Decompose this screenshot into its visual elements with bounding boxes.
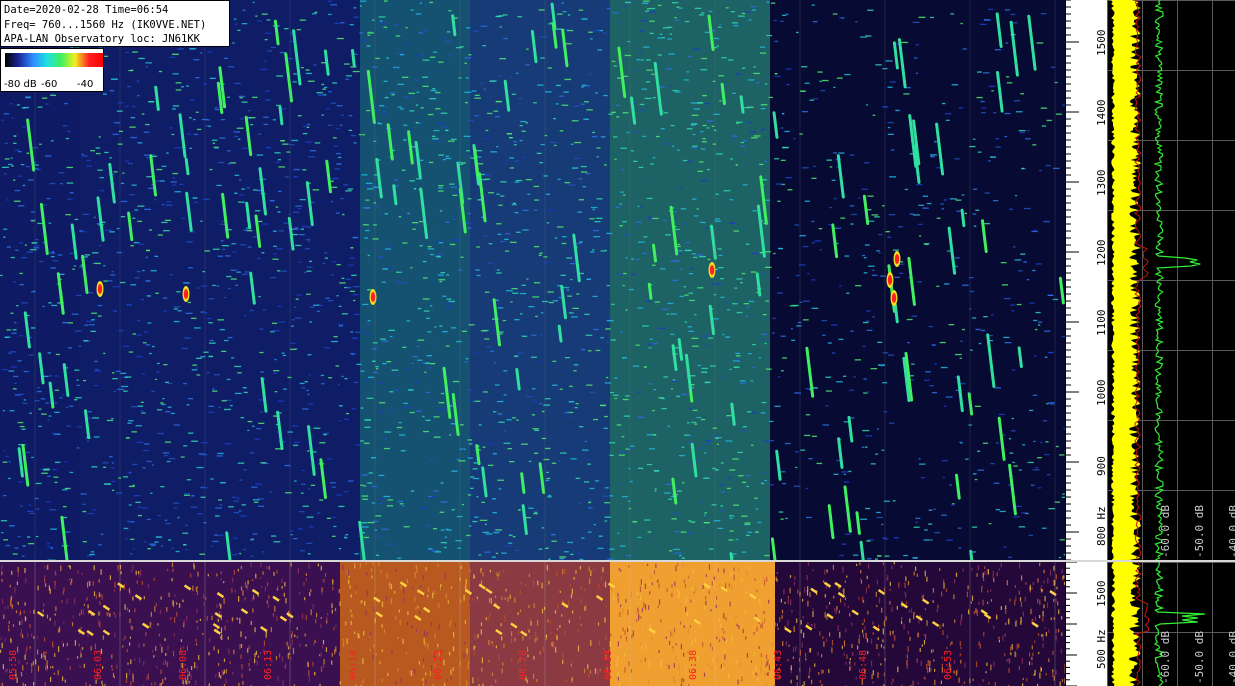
time-label: 06:03 bbox=[93, 649, 104, 680]
color-scale-legend: -80 dB -60 -40 bbox=[0, 48, 104, 92]
location-text: APA-LAN Observatory loc: JN61KK bbox=[4, 33, 200, 45]
color-gradient-bar bbox=[5, 53, 103, 67]
frequency-tick-label: 1500 bbox=[1095, 580, 1107, 608]
legend-label-min: -80 dB bbox=[4, 79, 37, 90]
frequency-tick-label: 1000 bbox=[1095, 379, 1107, 407]
frequency-tick-label: 1400 bbox=[1095, 99, 1107, 127]
time-label: 06:43 bbox=[773, 649, 784, 680]
time-label: 06:38 bbox=[688, 649, 699, 680]
frequency-range-text: Freq= 760...1560 Hz (IK0VVE.NET) bbox=[4, 18, 207, 31]
db-scale-label: -50.0 dB bbox=[1193, 631, 1206, 684]
time-label: 06:18 bbox=[348, 649, 359, 680]
db-scale-label: -40.0 dB bbox=[1227, 505, 1235, 558]
db-scale-label: -60.0 dB bbox=[1159, 631, 1172, 684]
frequency-tick-label: 1500 bbox=[1095, 29, 1107, 57]
time-label: 06:23 bbox=[433, 649, 444, 680]
waterfall-main bbox=[0, 0, 1065, 560]
frequency-ticks-main bbox=[1065, 0, 1079, 560]
legend-label-mid: -60 bbox=[41, 79, 58, 90]
time-label: 06:33 bbox=[603, 649, 614, 680]
time-label: 06:53 bbox=[943, 649, 954, 680]
spectrum-panel-overview: -60.0 dB -50.0 dB -40.0 dB bbox=[1107, 562, 1235, 686]
frequency-tick-label: 1200 bbox=[1095, 239, 1107, 267]
time-label: 06:13 bbox=[263, 649, 274, 680]
frequency-tick-label: 800 Hz bbox=[1095, 506, 1107, 546]
frequency-scale-main: 1500 1400 1300 1200 1100 1000 900 800 Hz bbox=[1065, 0, 1107, 560]
db-scale-label: -50.0 dB bbox=[1193, 505, 1206, 558]
frequency-tick-label: 1100 bbox=[1095, 309, 1107, 337]
waterfall-overview: 05:58 06:03 06:08 06:13 06:18 06:23 06:28 06:33… bbox=[0, 562, 1065, 686]
time-label: 06:48 bbox=[858, 649, 869, 680]
frequency-scale-overview: 1500 500 Hz bbox=[1065, 562, 1107, 686]
waterfall-overview-canvas bbox=[0, 562, 1065, 686]
spectrum-panel-main: -60.0 dB -50.0 dB -40.0 dB bbox=[1107, 0, 1235, 560]
frequency-tick-label: 500 Hz bbox=[1095, 629, 1107, 669]
spectrum-plot-main bbox=[1107, 0, 1235, 560]
db-scale-label: -40.0 dB bbox=[1227, 631, 1235, 684]
frequency-tick-label: 1300 bbox=[1095, 169, 1107, 197]
legend-label-max: -40 bbox=[77, 79, 94, 90]
time-label: 05:58 bbox=[8, 649, 19, 680]
frequency-tick-label: 900 bbox=[1095, 456, 1107, 476]
time-label: 06:08 bbox=[178, 649, 189, 680]
time-label: 06:28 bbox=[518, 649, 529, 680]
date-time-text: Date=2020-02-28 Time=06:54 bbox=[4, 4, 169, 16]
header-info-box: Date=2020-02-28 Time=06:54 Freq= 760...1… bbox=[0, 0, 230, 47]
db-scale-label: -60.0 dB bbox=[1159, 505, 1172, 558]
waterfall-main-canvas bbox=[0, 0, 1065, 560]
